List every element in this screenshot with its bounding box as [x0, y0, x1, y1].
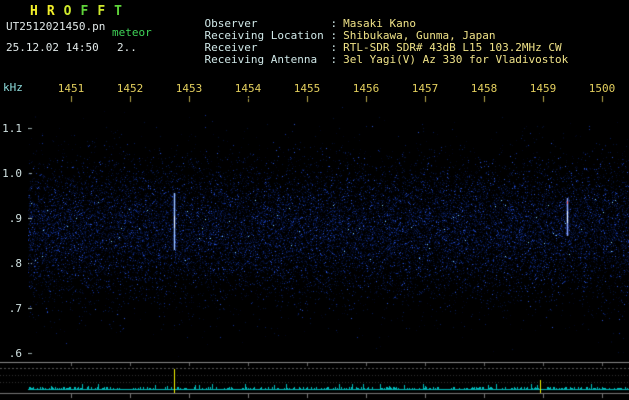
logo-letter: R	[46, 4, 55, 19]
time-label: 1458	[470, 82, 498, 95]
freq-label: 1.1	[2, 122, 22, 135]
info-value: 3el Yagi(V) Az 330 for Vladivostok	[343, 53, 569, 66]
time-label: 1456	[352, 82, 380, 95]
time-label: 1452	[116, 82, 144, 95]
datetime-label: 25.12.02 14:50	[6, 41, 99, 54]
time-label: 1455	[293, 82, 321, 95]
time-label: 1457	[411, 82, 439, 95]
logo-letter: F	[80, 4, 89, 19]
khz-unit-label: kHz	[3, 81, 23, 94]
time-label: 1451	[57, 82, 85, 95]
freq-label: .8	[8, 257, 22, 270]
datetime-extra: 2..	[117, 41, 137, 54]
freq-label: .7	[8, 302, 22, 315]
time-label: 1500	[588, 82, 616, 95]
freq-label: .6	[8, 347, 22, 360]
observation-tag: meteor	[112, 26, 152, 39]
time-label: 1454	[234, 82, 262, 95]
hrofft-window: HROFFT UT2512021450.pn meteor 25.12.02 1…	[0, 0, 629, 400]
spectrogram-canvas	[28, 96, 629, 360]
hrofft-logo: HROFFT	[30, 4, 131, 19]
info-label: Receiving Antenna	[204, 53, 318, 66]
logo-letter: F	[97, 4, 106, 19]
colon: :	[330, 53, 338, 66]
time-label: 1453	[175, 82, 203, 95]
freq-label: .9	[8, 212, 22, 225]
logo-letter: H	[30, 4, 38, 19]
logo-letter: O	[63, 4, 72, 19]
strength-strip-canvas	[0, 360, 629, 400]
logo-letter: T	[114, 4, 122, 19]
freq-label: 1.0	[2, 167, 22, 180]
file-label: UT2512021450.pn	[6, 20, 106, 33]
info-row-antenna: Receiving Antenna:3el Yagi(V) Az 330 for…	[178, 42, 569, 78]
time-label: 1459	[529, 82, 557, 95]
